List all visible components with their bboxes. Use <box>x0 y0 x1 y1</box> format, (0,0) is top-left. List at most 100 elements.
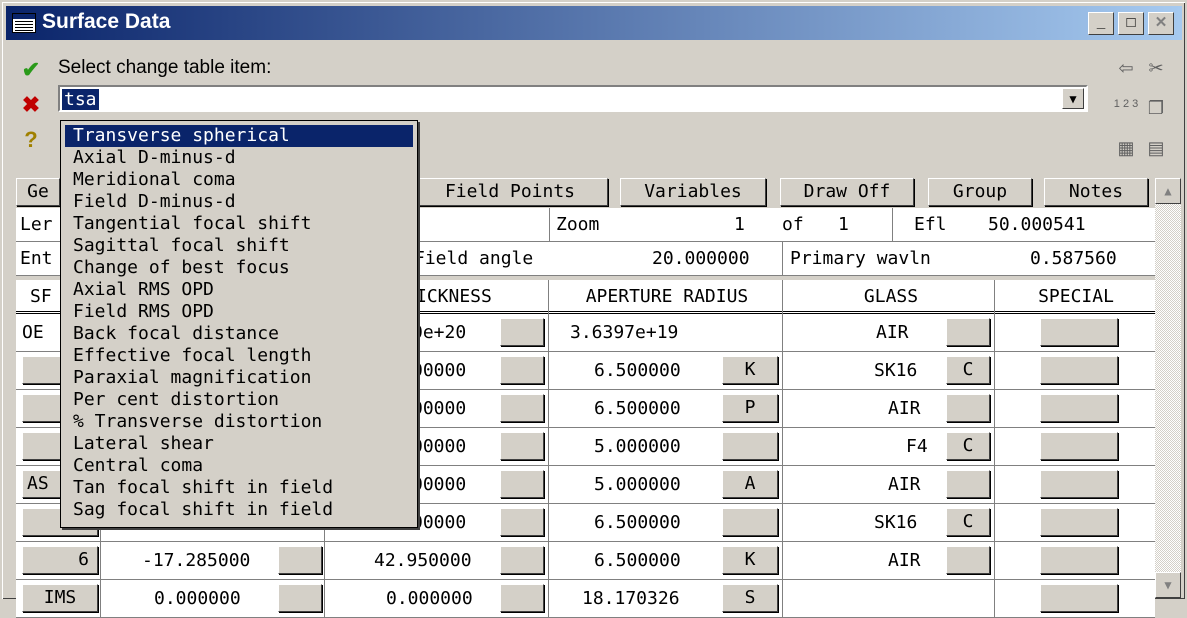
aperture-solve-button[interactable]: A <box>722 470 778 498</box>
wavelength-label: Primary wavln <box>790 248 931 269</box>
close-button[interactable]: ✕ <box>1148 12 1174 35</box>
zoom-total: 1 <box>838 214 849 235</box>
list-item[interactable]: Per cent distortion <box>65 389 413 411</box>
list-item[interactable]: Lateral shear <box>65 433 413 455</box>
surface-data-window: Surface Data _ □ ✕ ✔ ✖ ? Select change t… <box>0 0 1187 618</box>
list-item[interactable]: Tan focal shift in field <box>65 477 413 499</box>
tab-field-points[interactable]: Field Points <box>412 178 608 206</box>
tab-group[interactable]: Group <box>928 178 1032 206</box>
help-question-icon[interactable]: ? <box>16 127 46 153</box>
special-button[interactable] <box>1040 394 1118 422</box>
list-item[interactable]: Effective focal length <box>65 345 413 367</box>
lens-label: Ler <box>20 214 53 235</box>
header-thickness: ICKNESS <box>416 286 492 307</box>
thickness-solve-button[interactable] <box>500 394 544 422</box>
entry-selected-text: tsa <box>62 89 99 110</box>
spreadsheet-icon <box>12 13 36 33</box>
surface-number-button[interactable]: 6 <box>22 546 98 574</box>
change-table-input[interactable]: tsa ▼ <box>58 85 1088 112</box>
thickness-solve-button[interactable] <box>500 508 544 536</box>
thickness-solve-button[interactable] <box>500 356 544 384</box>
window-title: Surface Data <box>42 10 171 33</box>
thickness-solve-button[interactable] <box>500 470 544 498</box>
thickness-solve-button[interactable] <box>500 432 544 460</box>
list-item[interactable]: Paraxial magnification <box>65 367 413 389</box>
maximize-button[interactable]: □ <box>1118 12 1144 35</box>
title-bar[interactable]: Surface Data _ □ ✕ <box>6 6 1182 40</box>
change-table-dropdown-list[interactable]: Transverse spherical Axial D-minus-d Mer… <box>60 120 418 528</box>
glass-solve-button[interactable]: C <box>946 432 990 460</box>
cut-icon[interactable]: ✂ <box>1142 58 1170 84</box>
aperture-solve-button[interactable] <box>722 508 778 536</box>
tab-variables[interactable]: Variables <box>620 178 766 206</box>
list-item[interactable]: Tangential focal shift <box>65 213 413 235</box>
list-item[interactable]: Sagittal focal shift <box>65 235 413 257</box>
list-item[interactable]: Meridional coma <box>65 169 413 191</box>
tab-draw-off[interactable]: Draw Off <box>780 178 914 206</box>
radius-solve-button[interactable] <box>278 584 322 612</box>
wavelength-value: 0.587560 <box>1030 248 1117 269</box>
surface-number-button[interactable]: IMS <box>22 584 98 612</box>
copy-icon[interactable]: ❐ <box>1142 98 1170 124</box>
thickness-solve-button[interactable] <box>500 318 544 346</box>
special-button[interactable] <box>1040 470 1118 498</box>
of-label: of <box>782 214 804 235</box>
zoom-label: Zoom <box>556 214 600 235</box>
entrance-label: Ent <box>20 248 53 269</box>
list-item[interactable]: Axial RMS OPD <box>65 279 413 301</box>
accept-check-icon[interactable]: ✔ <box>16 57 46 83</box>
list-item[interactable]: Change of best focus <box>65 257 413 279</box>
thickness-solve-button[interactable] <box>500 546 544 574</box>
entry-dropdown-button[interactable]: ▼ <box>1062 88 1084 109</box>
special-button[interactable] <box>1040 546 1118 574</box>
header-glass: GLASS <box>863 286 919 307</box>
glass-solve-button[interactable]: C <box>946 508 990 536</box>
aperture-solve-button[interactable]: S <box>722 584 778 612</box>
glass-solve-button[interactable] <box>946 394 990 422</box>
tab-general[interactable]: Ge <box>16 178 60 206</box>
radius-solve-button[interactable] <box>278 546 322 574</box>
table-row: 6 -17.285000 42.950000 6.500000 K AIR <box>16 542 1155 580</box>
list-item[interactable]: Axial D-minus-d <box>65 147 413 169</box>
aperture-solve-button[interactable]: P <box>722 394 778 422</box>
minimize-button[interactable]: _ <box>1088 12 1114 35</box>
cancel-x-icon[interactable]: ✖ <box>16 92 46 118</box>
glass-solve-button[interactable] <box>946 546 990 574</box>
list-item[interactable]: Central coma <box>65 455 413 477</box>
vertical-scrollbar[interactable]: ▲ ▼ <box>1155 178 1181 598</box>
header-aperture-radius: APERTURE RADIUS <box>585 286 749 307</box>
efl-value: 50.000541 <box>988 214 1086 235</box>
scroll-up-icon[interactable]: ▲ <box>1155 178 1181 204</box>
tab-notes[interactable]: Notes <box>1044 178 1148 206</box>
list-item[interactable]: Back focal distance <box>65 323 413 345</box>
list-item[interactable]: Field RMS OPD <box>65 301 413 323</box>
special-button[interactable] <box>1040 508 1118 536</box>
special-button[interactable] <box>1040 356 1118 384</box>
header-special: SPECIAL <box>1038 286 1114 307</box>
aperture-solve-button[interactable] <box>722 432 778 460</box>
field-angle-value[interactable]: 20.000000 <box>652 248 750 269</box>
list-item[interactable]: Sag focal shift in field <box>65 499 413 521</box>
zoom-value[interactable]: 1 <box>734 214 745 235</box>
prompt-label: Select change table item: <box>58 57 272 78</box>
list-item[interactable]: % Transverse distortion <box>65 411 413 433</box>
grid-icon[interactable]: ▦ <box>1112 138 1140 164</box>
thickness-solve-button[interactable] <box>500 584 544 612</box>
special-button[interactable] <box>1040 432 1118 460</box>
undo-icon[interactable]: ⇦ <box>1112 58 1140 84</box>
glass-solve-button[interactable] <box>946 318 990 346</box>
special-button[interactable] <box>1040 584 1118 612</box>
field-angle-label: Field angle <box>414 248 534 269</box>
glass-solve-button[interactable]: C <box>946 356 990 384</box>
list-item[interactable]: Transverse spherical <box>65 125 413 147</box>
paste-icon[interactable]: ▤ <box>1142 138 1170 164</box>
aperture-solve-button[interactable]: K <box>722 356 778 384</box>
table-row: IMS 0.000000 0.000000 18.170326 S <box>16 580 1155 618</box>
glass-solve-button[interactable] <box>946 470 990 498</box>
special-button[interactable] <box>1040 318 1118 346</box>
header-surface: SF <box>30 286 52 307</box>
sort-icon[interactable]: 1 2 3 <box>1112 98 1140 124</box>
list-item[interactable]: Field D-minus-d <box>65 191 413 213</box>
scroll-down-icon[interactable]: ▼ <box>1155 572 1181 598</box>
aperture-solve-button[interactable]: K <box>722 546 778 574</box>
